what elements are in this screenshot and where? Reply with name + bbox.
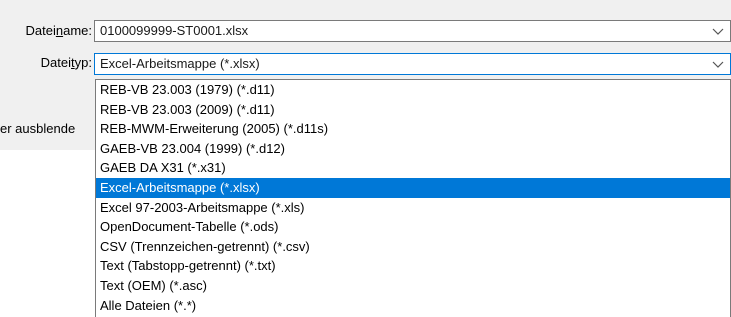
filetype-option[interactable]: REB-VB 23.003 (1979) (*.d11) (96, 80, 730, 100)
filename-label: Dateiname: (25, 23, 93, 38)
filetype-option[interactable]: Text (OEM) (*.asc) (96, 276, 730, 296)
filename-input[interactable]: 0100099999-ST0001.xlsx (94, 20, 731, 42)
filetype-option[interactable]: OpenDocument-Tabelle (*.ods) (96, 217, 730, 237)
filetype-option[interactable]: Alle Dateien (*.*) (96, 296, 730, 316)
filetype-option[interactable]: REB-VB 23.003 (2009) (*.d11) (96, 100, 730, 120)
chevron-down-icon[interactable] (712, 26, 724, 36)
chevron-down-icon[interactable] (712, 59, 724, 69)
filetype-label: Dateityp: (40, 55, 92, 70)
hide-folders-toggle[interactable]: er ausblende (0, 121, 75, 136)
filetype-option[interactable]: GAEB-VB 23.004 (1999) (*.d12) (96, 139, 730, 159)
filetype-option[interactable]: Excel-Arbeitsmappe (*.xlsx) (96, 177, 730, 198)
filetype-option[interactable]: GAEB DA X31 (*.x31) (96, 158, 730, 178)
filetype-option[interactable]: REB-MWM-Erweiterung (2005) (*.d11s) (96, 119, 730, 139)
filename-value[interactable]: 0100099999-ST0001.xlsx (100, 23, 248, 38)
filetype-option[interactable]: Excel 97-2003-Arbeitsmappe (*.xls) (96, 198, 730, 218)
filetype-option[interactable]: CSV (Trennzeichen-getrennt) (*.csv) (96, 237, 730, 257)
filetype-select[interactable]: Excel-Arbeitsmappe (*.xlsx) (94, 53, 731, 75)
filetype-option[interactable]: Text (Tabstopp-getrennt) (*.txt) (96, 256, 730, 276)
filetype-dropdown-list[interactable]: REB-VB 23.003 (1979) (*.d11) REB-VB 23.00… (95, 79, 731, 317)
filetype-selected-value[interactable]: Excel-Arbeitsmappe (*.xlsx) (100, 56, 260, 71)
